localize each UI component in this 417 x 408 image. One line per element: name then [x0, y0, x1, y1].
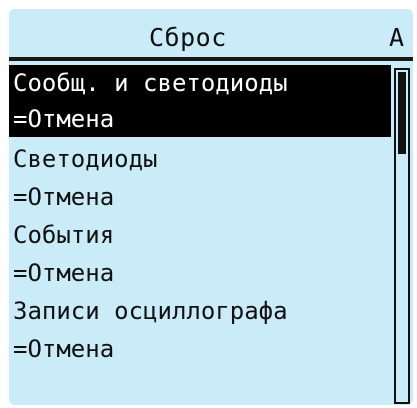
list-item-messages-leds-value[interactable]: =Отмена	[9, 101, 391, 137]
access-level-indicator: A	[389, 23, 405, 52]
device-screen: Сброс A Сообщ. и светодиоды =Отмена Свет…	[0, 0, 417, 408]
list-item-value: =Отмена	[13, 105, 115, 133]
list-item-oscillograph-records-value[interactable]: =Отмена	[9, 331, 391, 367]
list-item-value: =Отмена	[13, 335, 115, 363]
menu-header: Сброс A	[9, 21, 413, 57]
page-title: Сброс	[149, 23, 227, 52]
scrollbar[interactable]	[394, 68, 410, 404]
list-item-value: =Отмена	[13, 183, 115, 211]
list-item-value: =Отмена	[13, 259, 115, 287]
list-item-label: Светодиоды	[13, 145, 158, 173]
list-item-events-value[interactable]: =Отмена	[9, 255, 391, 291]
header-divider	[9, 57, 413, 61]
list-item-leds[interactable]: Светодиоды	[9, 141, 391, 177]
list-item-leds-value[interactable]: =Отмена	[9, 179, 391, 215]
list-item-label: Сообщ. и светодиоды	[13, 69, 288, 97]
scrollbar-thumb[interactable]	[398, 72, 406, 154]
reset-menu-list: Сообщ. и светодиоды =Отмена Светодиоды =…	[9, 65, 391, 395]
list-item-label: События	[13, 221, 115, 249]
lcd-display: Сброс A Сообщ. и светодиоды =Отмена Свет…	[9, 9, 413, 405]
list-item-oscillograph-records[interactable]: Записи осциллографа	[9, 293, 391, 329]
list-item-label: Записи осциллографа	[13, 297, 288, 325]
list-item-messages-leds[interactable]: Сообщ. и светодиоды	[9, 65, 391, 101]
list-item-events[interactable]: События	[9, 217, 391, 253]
